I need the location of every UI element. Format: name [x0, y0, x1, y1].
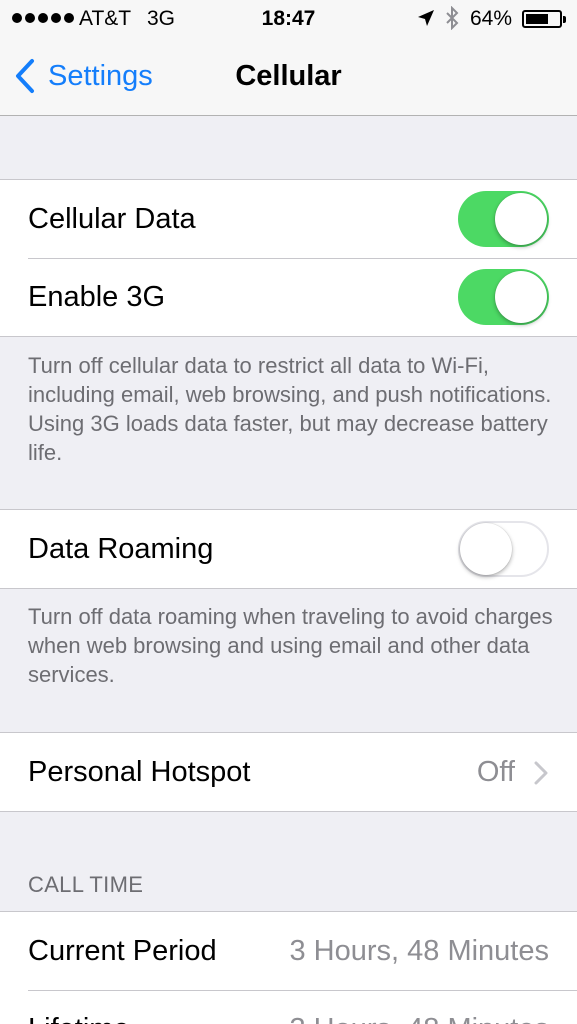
status-bar: AT&T 3G 18:47 64%	[0, 0, 577, 38]
battery-icon	[522, 10, 566, 28]
chevron-right-icon	[534, 761, 548, 785]
cellular-data-group: Cellular Data Enable 3G	[0, 179, 577, 337]
page-title: Cellular	[235, 60, 342, 92]
personal-hotspot-value: Off	[476, 755, 515, 788]
enable-3g-row: Enable 3G	[0, 258, 577, 336]
lifetime-label: Lifetime	[28, 1013, 130, 1024]
data-roaming-row: Data Roaming	[0, 510, 577, 588]
battery-percentage: 64%	[470, 7, 513, 30]
cellular-settings-screen: AT&T 3G 18:47 64% Settings Cellular Cell…	[0, 0, 577, 1024]
call-time-group: Current Period 3 Hours, 48 Minutes Lifet…	[0, 911, 577, 1024]
personal-hotspot-label: Personal Hotspot	[28, 755, 251, 788]
battery-level-fill	[526, 14, 548, 24]
current-period-value: 3 Hours, 48 Minutes	[289, 934, 549, 967]
personal-hotspot-group: Personal Hotspot Off	[0, 732, 577, 812]
location-arrow-icon	[418, 10, 434, 26]
cellular-data-footer: Turn off cellular data to restrict all d…	[28, 353, 552, 465]
data-roaming-toggle[interactable]	[458, 521, 549, 577]
call-time-header: CALL TIME	[28, 872, 144, 897]
cellular-data-toggle[interactable]	[458, 191, 549, 247]
current-period-label: Current Period	[28, 934, 217, 967]
lifetime-row: Lifetime 3 Hours, 48 Minutes	[0, 990, 577, 1024]
data-roaming-label: Data Roaming	[28, 532, 214, 565]
data-roaming-group: Data Roaming	[0, 509, 577, 589]
enable-3g-toggle[interactable]	[458, 269, 549, 325]
current-period-row: Current Period 3 Hours, 48 Minutes	[0, 912, 577, 990]
personal-hotspot-row[interactable]: Personal Hotspot Off	[0, 733, 577, 811]
bluetooth-icon	[446, 6, 459, 30]
enable-3g-label: Enable 3G	[28, 280, 166, 313]
lifetime-value: 3 Hours, 48 Minutes	[289, 1013, 549, 1024]
cellular-data-row: Cellular Data	[0, 180, 577, 258]
cellular-data-label: Cellular Data	[28, 202, 196, 235]
navigation-bar: AT&T 3G 18:47 64% Settings Cellular	[0, 0, 577, 116]
data-roaming-footer: Turn off data roaming when traveling to …	[28, 604, 553, 687]
